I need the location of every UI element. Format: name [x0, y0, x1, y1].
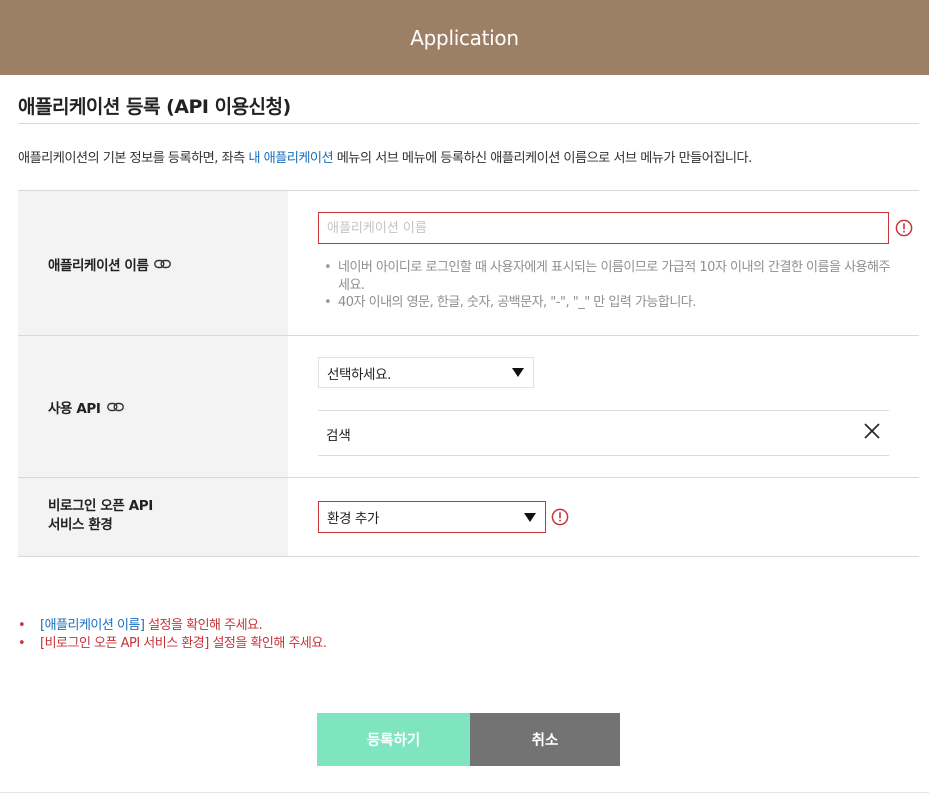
env-label: 비로그인 오픈 API 서비스 환경 — [48, 497, 153, 535]
env-select-value: 환경 추가 — [327, 511, 379, 527]
app-name-input[interactable] — [318, 212, 889, 244]
api-label: 사용 API — [48, 397, 124, 417]
api-item-divider — [318, 455, 889, 456]
form-divider — [18, 556, 919, 557]
my-application-link[interactable]: 내 애플리케이션 — [248, 151, 333, 166]
description-text-before: 애플리케이션의 기본 정보를 등록하면, 좌측 — [18, 151, 249, 166]
description-text-after: 메뉴의 서브 메뉴에 등록하신 애플리케이션 이름으로 서브 메뉴가 만들어집니… — [333, 151, 753, 166]
page-title: 애플리케이션 등록 (API 이용신청) — [18, 96, 291, 118]
error-message: 설정을 확인해 주세요. — [208, 636, 327, 651]
register-button[interactable]: 등록하기 — [317, 713, 470, 766]
cancel-button[interactable]: 취소 — [470, 713, 620, 766]
error-field-link[interactable]: [애플리케이션 이름] — [40, 618, 145, 633]
header-bar: Application — [0, 0, 929, 75]
api-item-divider — [318, 410, 889, 411]
chain-link-icon[interactable] — [106, 402, 124, 412]
app-name-label-text: 애플리케이션 이름 — [48, 258, 149, 274]
api-select-value: 선택하세요. — [327, 366, 391, 383]
exclamation-circle-icon — [551, 508, 569, 526]
selected-api-item: 검색 — [326, 428, 351, 444]
title-divider — [18, 123, 919, 124]
triangle-down-icon — [524, 512, 536, 522]
error-item: [애플리케이션 이름] 설정을 확인해 주세요. — [18, 617, 326, 635]
hint-item: 네이버 아이디로 로그인할 때 사용자에게 표시되는 이름이므로 가급적 10자… — [322, 259, 892, 294]
error-item: [비로그인 오픈 API 서비스 환경] 설정을 확인해 주세요. — [18, 635, 327, 653]
validation-errors: [애플리케이션 이름] 설정을 확인해 주세요. [비로그인 오픈 API 서비… — [18, 617, 327, 653]
api-select[interactable]: 선택하세요. — [318, 357, 534, 388]
triangle-down-icon — [512, 368, 524, 377]
env-select[interactable]: 환경 추가 — [318, 501, 546, 533]
env-label-line1: 비로그인 오픈 API — [48, 498, 153, 514]
api-label-text: 사용 API — [48, 401, 101, 417]
bottom-divider — [0, 792, 929, 793]
error-message: 설정을 확인해 주세요. — [144, 618, 263, 633]
hint-item: 40자 이내의 영문, 한글, 숫자, 공백문자, "-", "_" 만 입력 … — [322, 294, 892, 312]
error-field-name: [비로그인 오픈 API 서비스 환경] — [40, 636, 209, 651]
exclamation-circle-icon — [895, 219, 913, 237]
chain-link-icon[interactable] — [154, 259, 172, 269]
app-name-label: 애플리케이션 이름 — [48, 254, 172, 274]
page-description: 애플리케이션의 기본 정보를 등록하면, 좌측 내 애플리케이션 메뉴의 서브 … — [18, 147, 752, 166]
close-x-icon[interactable] — [863, 422, 881, 440]
header-title: Application — [410, 25, 519, 50]
env-label-line2: 서비스 환경 — [48, 517, 113, 533]
app-name-hints: 네이버 아이디로 로그인할 때 사용자에게 표시되는 이름이므로 가급적 10자… — [322, 259, 892, 312]
